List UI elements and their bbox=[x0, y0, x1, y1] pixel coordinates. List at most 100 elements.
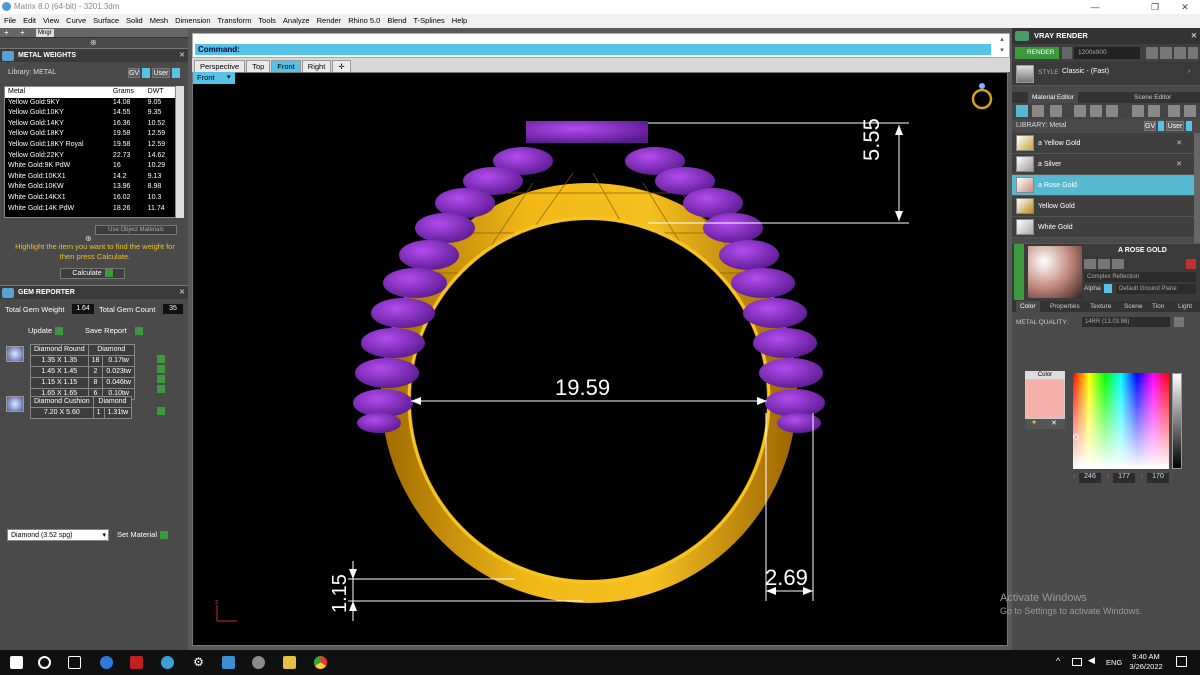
table-row[interactable]: 1.45 X 1.45 2 0.023tw bbox=[30, 366, 135, 378]
lightbulb-icon[interactable] bbox=[1184, 105, 1196, 117]
network-icon[interactable] bbox=[1072, 658, 1082, 666]
table-row[interactable]: Yellow Gold:22KY 22.73 14.62 bbox=[5, 150, 175, 162]
menu-view[interactable]: View bbox=[43, 14, 59, 28]
menu-render[interactable]: Render bbox=[317, 14, 342, 28]
menu-edit[interactable]: Edit bbox=[23, 14, 36, 28]
toolbar-icon[interactable] bbox=[1188, 47, 1198, 59]
table-row[interactable]: Yellow Gold:18KY 19.58 12.59 bbox=[5, 129, 175, 140]
color-picker-cursor[interactable] bbox=[1073, 434, 1079, 440]
menu-transform[interactable]: Transform bbox=[218, 14, 252, 28]
table-row[interactable]: 1.15 X 1.15 8 0.046tw bbox=[30, 377, 135, 389]
toolbar-icon[interactable] bbox=[1146, 47, 1158, 59]
material-tool-icon[interactable] bbox=[1032, 105, 1044, 117]
pin-icon[interactable]: + bbox=[20, 28, 25, 38]
gem-material-select[interactable]: Diamond (3.52 spg) ▾ bbox=[7, 529, 109, 541]
list-item[interactable]: a Rose Gold bbox=[1012, 175, 1200, 196]
menu-blend[interactable]: Blend bbox=[387, 14, 406, 28]
col-dwt[interactable]: DWT bbox=[144, 87, 175, 98]
list-item[interactable]: a Yellow Gold ✕ bbox=[1012, 133, 1200, 154]
material-option-icon[interactable] bbox=[1084, 259, 1096, 269]
table-row[interactable]: White Gold:9K PdW 16 10.29 bbox=[5, 161, 175, 172]
menu-rhino[interactable]: Rhino 5.0 bbox=[348, 14, 380, 28]
material-option-icon[interactable] bbox=[1112, 259, 1124, 269]
table-row[interactable]: White Gold:14KX1 16.02 10.3 bbox=[5, 192, 175, 204]
select-gem-icon[interactable] bbox=[157, 407, 165, 415]
tab-material-editor[interactable]: Material Editor bbox=[1028, 92, 1078, 103]
green-value-field[interactable]: 177 bbox=[1113, 473, 1135, 483]
material-tool-icon[interactable] bbox=[1074, 105, 1086, 117]
material-tool-icon[interactable] bbox=[1050, 105, 1062, 117]
select-gem-icon[interactable] bbox=[157, 375, 165, 383]
brightness-slider[interactable] bbox=[1172, 373, 1182, 469]
list-item[interactable]: White Gold bbox=[1012, 217, 1200, 238]
language-indicator[interactable]: ENG bbox=[1106, 658, 1122, 667]
close-button[interactable]: ✕ bbox=[1170, 0, 1200, 14]
library-gv-button[interactable]: GV bbox=[1144, 121, 1156, 131]
table-row[interactable]: Yellow Gold:18KY Royal 19.58 12.59 bbox=[5, 139, 175, 151]
complex-reflection-field[interactable]: Complex Reflection bbox=[1084, 272, 1196, 282]
tab-texture[interactable]: Texture bbox=[1086, 301, 1115, 312]
set-material-button[interactable]: Set Material bbox=[117, 530, 169, 540]
tab-perspective[interactable]: Perspective bbox=[194, 60, 246, 72]
file-explorer-icon[interactable] bbox=[283, 656, 296, 669]
update-button[interactable]: Update bbox=[28, 326, 64, 336]
metal-table-scrollbar[interactable] bbox=[176, 86, 184, 218]
close-icon[interactable]: ✕ bbox=[1176, 154, 1182, 175]
app-icon[interactable] bbox=[161, 656, 174, 669]
table-row[interactable]: Yellow Gold:10KY 14.55 9.35 bbox=[5, 108, 175, 119]
blue-value-field[interactable]: 170 bbox=[1147, 473, 1169, 483]
app-icon[interactable] bbox=[222, 656, 235, 669]
shank-width-dimension[interactable]: 2.69 bbox=[765, 565, 808, 591]
library-gv-button[interactable]: GV bbox=[128, 68, 140, 78]
menu-solid[interactable]: Solid bbox=[126, 14, 143, 28]
select-gem-icon[interactable] bbox=[157, 385, 165, 393]
app-icon[interactable] bbox=[130, 656, 143, 669]
command-scroll-icon[interactable]: ▴ ▾ bbox=[997, 34, 1007, 57]
render-button[interactable]: RENDER bbox=[1015, 47, 1059, 59]
inner-diameter-dimension[interactable]: 19.59 bbox=[555, 375, 610, 401]
minimize-button[interactable]: — bbox=[1080, 0, 1110, 14]
search-icon[interactable] bbox=[38, 656, 51, 669]
clock[interactable]: 9:40 AM 3/26/2022 bbox=[1128, 652, 1164, 672]
menu-mesh[interactable]: Mesh bbox=[150, 14, 168, 28]
camera-icon[interactable] bbox=[1062, 47, 1072, 59]
material-tool-icon[interactable] bbox=[1168, 105, 1180, 117]
gear-icon[interactable]: ⚙ bbox=[192, 656, 205, 669]
library-gv-toggle[interactable] bbox=[142, 68, 150, 78]
material-list-scrollbar[interactable] bbox=[1194, 133, 1200, 243]
tab-top[interactable]: Top bbox=[246, 60, 271, 72]
preview-expand-icon[interactable] bbox=[1014, 244, 1024, 300]
command-input[interactable]: Command: bbox=[195, 44, 991, 55]
table-row[interactable]: Yellow Gold:9KY 14.08 9.05 bbox=[5, 97, 175, 109]
toolbar-icon[interactable] bbox=[1160, 47, 1172, 59]
manager-button[interactable]: Mngr bbox=[36, 29, 54, 37]
close-icon[interactable]: ✕ bbox=[1176, 133, 1182, 154]
tab-front[interactable]: Front bbox=[271, 60, 301, 72]
select-gem-icon[interactable] bbox=[157, 365, 165, 373]
list-item[interactable]: Yellow Gold bbox=[1012, 196, 1200, 217]
table-row[interactable]: Yellow Gold:14KY 16.36 10.52 bbox=[5, 118, 175, 130]
chevron-up-icon[interactable]: ^ bbox=[1056, 656, 1060, 666]
material-tool-icon[interactable] bbox=[1090, 105, 1102, 117]
ground-plane-select[interactable]: Default Ground Plane bbox=[1116, 284, 1196, 294]
tab-light[interactable]: Light bbox=[1174, 301, 1196, 312]
menu-dimension[interactable]: Dimension bbox=[175, 14, 210, 28]
col-grams[interactable]: Grams bbox=[109, 87, 145, 98]
style-arrow-icon[interactable]: › bbox=[1188, 68, 1190, 75]
edge-icon[interactable] bbox=[100, 656, 113, 669]
add-tab-button[interactable]: ✛ bbox=[332, 60, 351, 72]
reset-icon[interactable] bbox=[1186, 259, 1196, 269]
close-panel-icon[interactable]: ✕ bbox=[179, 49, 185, 63]
tab-scene[interactable]: Scene bbox=[1120, 301, 1146, 312]
library-gv-toggle[interactable] bbox=[1158, 121, 1164, 131]
metal-quality-select[interactable]: 14RR (13.03.98) bbox=[1082, 317, 1170, 327]
menu-analyze[interactable]: Analyze bbox=[283, 14, 310, 28]
menu-file[interactable]: File bbox=[4, 14, 16, 28]
material-tool-icon[interactable] bbox=[1016, 105, 1028, 117]
material-tool-icon[interactable] bbox=[1132, 105, 1144, 117]
tab-tion[interactable]: Tion bbox=[1148, 301, 1168, 312]
table-row[interactable]: White Gold:10KW 13.96 8.98 bbox=[5, 182, 175, 193]
material-tool-icon[interactable] bbox=[1106, 105, 1118, 117]
alpha-toggle[interactable] bbox=[1104, 284, 1112, 293]
select-gem-icon[interactable] bbox=[157, 355, 165, 363]
